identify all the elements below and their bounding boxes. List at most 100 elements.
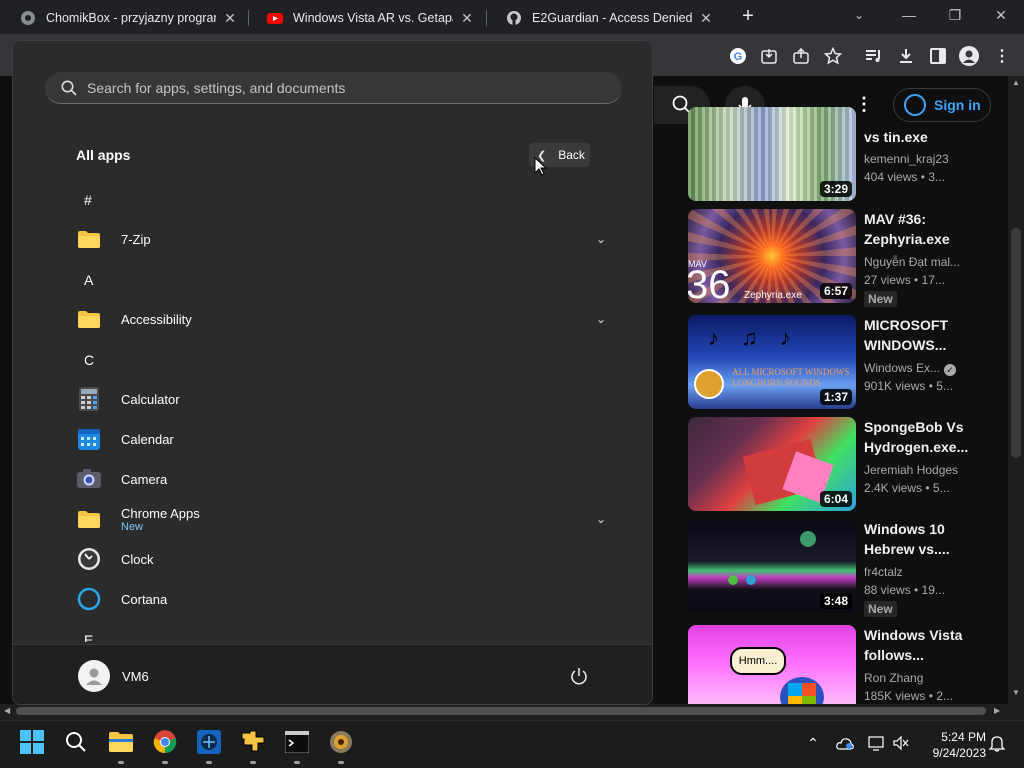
channel-name: Windows Ex... [864, 361, 941, 375]
search-icon [61, 80, 77, 96]
video-title[interactable]: Windows Vista follows... [864, 625, 974, 665]
power-icon[interactable] [569, 666, 589, 686]
app-taskbar-icon[interactable] [195, 728, 223, 756]
browser-tab-strip: ChomikBox - przyjazny program ✕ Windows … [0, 0, 1024, 34]
share-icon[interactable] [790, 45, 812, 67]
start-search-input[interactable]: Search for apps, settings, and documents [45, 72, 622, 104]
app-calculator[interactable]: Calculator [76, 383, 606, 415]
letter-header[interactable]: # [84, 192, 92, 208]
chevron-up-icon[interactable]: ⌃ [804, 734, 822, 752]
chevron-down-icon[interactable]: ⌄ [596, 312, 606, 326]
video-meta: 185K views • 2... [864, 689, 953, 703]
app-calendar[interactable]: Calendar [76, 423, 606, 455]
terminal-icon[interactable] [283, 728, 311, 756]
chevron-down-icon[interactable]: ⌄ [854, 8, 864, 22]
video-thumbnail[interactable]: 6:04 [688, 417, 856, 511]
scrollbar-thumb[interactable] [16, 707, 986, 715]
volume-muted-icon[interactable] [892, 734, 910, 752]
cloud-sync-icon[interactable] [836, 734, 854, 752]
chevron-down-icon[interactable]: ⌄ [596, 512, 606, 526]
running-indicator [206, 761, 212, 764]
close-icon[interactable]: ✕ [459, 10, 475, 26]
video-thumbnail[interactable]: 3:29 [688, 107, 856, 201]
notification-bell-icon[interactable] [988, 734, 1006, 752]
restore-icon[interactable]: ❐ [932, 0, 978, 30]
video-channel[interactable]: Ron Zhang [864, 671, 923, 685]
video-channel[interactable]: fr4ctalz [864, 565, 903, 579]
taskbar-search-icon[interactable] [62, 728, 90, 756]
archive-tool-icon[interactable] [239, 728, 267, 756]
app-7zip[interactable]: 7-Zip ⌄ [76, 223, 606, 255]
star-icon[interactable] [822, 45, 844, 67]
tab-title: ChomikBox - przyjazny program [46, 11, 216, 25]
scroll-right-icon[interactable]: ▶ [994, 706, 1000, 715]
minimize-icon[interactable]: — [886, 0, 932, 30]
video-title[interactable]: Windows 10 Hebrew vs.... [864, 519, 974, 559]
running-indicator [338, 761, 344, 764]
video-item[interactable]: 6:04 SpongeBob Vs Hydrogen.exe... Jeremi… [688, 417, 1008, 511]
video-thumbnail[interactable]: 3:48 [688, 519, 856, 613]
app-cortana[interactable]: Cortana [76, 583, 606, 615]
profile-icon[interactable] [958, 45, 980, 67]
vertical-scrollbar[interactable]: ▲ ▼ [1008, 76, 1024, 704]
video-title[interactable]: MICROSOFT WINDOWS... [864, 315, 974, 355]
file-explorer-icon[interactable] [107, 728, 135, 756]
video-item[interactable]: 3:48 Windows 10 Hebrew vs.... fr4ctalz 8… [688, 519, 1008, 619]
download-icon[interactable] [895, 45, 917, 67]
horizontal-scrollbar[interactable]: ◀ ▶ [0, 704, 1008, 718]
google-icon[interactable]: G [727, 45, 749, 67]
back-label: Back [558, 148, 585, 162]
new-badge: New [864, 291, 897, 307]
video-channel[interactable]: Jeremiah Hodges [864, 463, 958, 477]
media-queue-icon[interactable] [862, 45, 884, 67]
app-camera[interactable]: Camera [76, 463, 606, 495]
menu-kebab-icon[interactable]: ⋮ [991, 45, 1013, 67]
windows-start-icon[interactable] [18, 728, 46, 756]
scroll-down-icon[interactable]: ▼ [1012, 688, 1020, 697]
scrollbar-thumb[interactable] [1011, 228, 1021, 458]
letter-header[interactable]: E [84, 632, 93, 642]
video-title[interactable]: vs tin.exe [864, 127, 974, 147]
user-name: VM6 [122, 668, 149, 684]
video-channel[interactable]: kemenni_kraj23 [864, 152, 949, 166]
video-meta: 901K views • 5... [864, 379, 953, 393]
video-duration: 3:48 [819, 593, 852, 609]
scroll-up-icon[interactable]: ▲ [1012, 78, 1020, 87]
app-clock[interactable]: Clock [76, 543, 606, 575]
thumb-text: ALL MICROSOFT WINDOWS LONGHORN SOUNDS [732, 367, 850, 388]
network-icon[interactable] [868, 734, 886, 752]
video-channel[interactable]: Nguyễn Đạt mal... [864, 255, 960, 269]
video-channel[interactable]: Windows Ex... ✓ [864, 361, 957, 376]
close-window-icon[interactable]: ✕ [978, 0, 1024, 30]
close-icon[interactable]: ✕ [222, 10, 238, 26]
new-tab-button[interactable]: + [738, 6, 758, 26]
letter-header[interactable]: C [84, 352, 94, 368]
video-item[interactable]: MAV 36 Zephyria.exe 6:57 MAV #36: Zephyr… [688, 209, 1008, 309]
taskbar-clock[interactable]: 5:24 PM 9/24/2023 [916, 729, 986, 761]
video-thumbnail[interactable]: Hmm.... [688, 625, 856, 704]
letter-header[interactable]: A [84, 272, 93, 288]
video-item[interactable]: ♪ ♫ ♪ ALL MICROSOFT WINDOWS LONGHORN SOU… [688, 315, 1008, 409]
video-title[interactable]: SpongeBob Vs Hydrogen.exe... [864, 417, 974, 457]
side-panel-icon[interactable] [927, 45, 949, 67]
app-chrome-apps[interactable]: Chrome Apps New ⌄ [76, 503, 606, 535]
close-icon[interactable]: ✕ [698, 10, 714, 26]
video-title[interactable]: MAV #36: Zephyria.exe [864, 209, 974, 249]
tab-youtube[interactable]: Windows Vista AR vs. Getaparanc ✕ [249, 2, 485, 34]
install-icon[interactable] [758, 45, 780, 67]
video-item[interactable]: 3:29 vs tin.exe kemenni_kraj23 404 views… [688, 107, 1008, 201]
github-icon [506, 10, 522, 26]
tab-e2guardian[interactable]: E2Guardian - Access Denied ✕ [488, 2, 724, 34]
app-taskbar-icon[interactable] [327, 728, 355, 756]
mouse-cursor-icon [534, 157, 548, 176]
thumb-text: Zephyria.exe [744, 290, 802, 301]
chrome-icon[interactable] [151, 728, 179, 756]
app-accessibility[interactable]: Accessibility ⌄ [76, 303, 606, 335]
video-thumbnail[interactable]: ♪ ♫ ♪ ALL MICROSOFT WINDOWS LONGHORN SOU… [688, 315, 856, 409]
scroll-left-icon[interactable]: ◀ [4, 706, 10, 715]
video-item[interactable]: Hmm.... Windows Vista follows... Ron Zha… [688, 625, 1008, 704]
user-account-button[interactable]: VM6 [78, 660, 149, 692]
video-thumbnail[interactable]: MAV 36 Zephyria.exe 6:57 [688, 209, 856, 303]
tab-chomikbox[interactable]: ChomikBox - przyjazny program ✕ [2, 2, 248, 34]
chevron-down-icon[interactable]: ⌄ [596, 232, 606, 246]
